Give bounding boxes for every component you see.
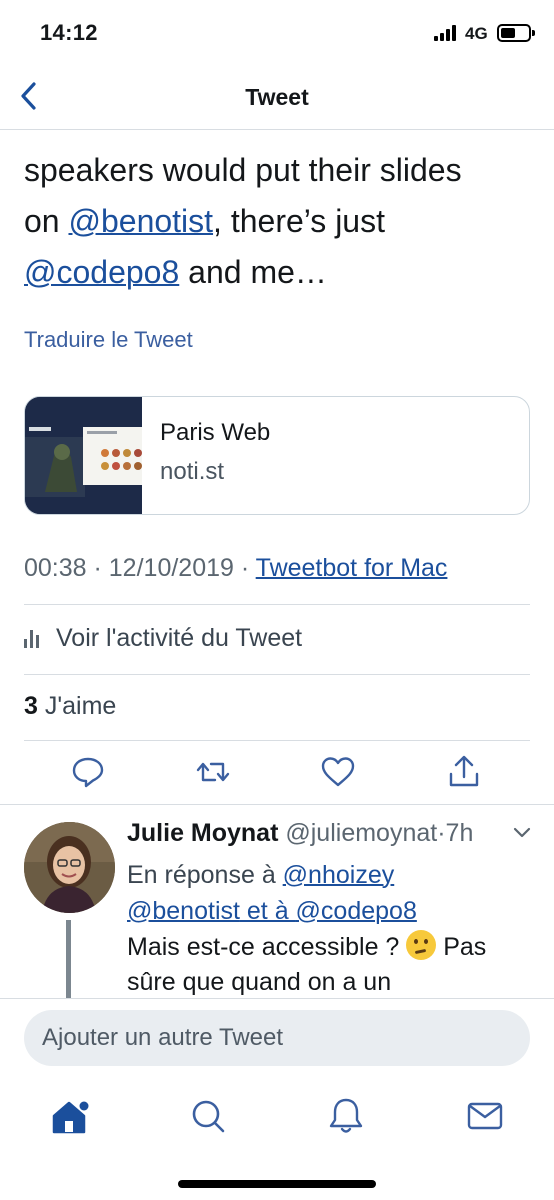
reply-author-name[interactable]: Julie Moynat bbox=[127, 819, 278, 847]
divider bbox=[24, 740, 530, 741]
mail-icon bbox=[467, 1102, 503, 1130]
tab-messages[interactable] bbox=[463, 1094, 507, 1138]
more-options-button[interactable] bbox=[512, 826, 532, 840]
divider bbox=[0, 804, 554, 805]
network-type: 4G bbox=[465, 24, 488, 43]
tab-search[interactable] bbox=[186, 1094, 230, 1138]
mention-link[interactable]: @benotist bbox=[68, 203, 213, 239]
home-icon bbox=[52, 1101, 89, 1134]
signal-icon bbox=[434, 25, 458, 41]
translate-tweet-link[interactable]: Traduire le Tweet bbox=[24, 327, 193, 353]
reply-icon bbox=[72, 757, 104, 788]
search-icon bbox=[192, 1100, 225, 1133]
reply-text: Mais est-ce accessible ? Pas sûre que qu… bbox=[127, 930, 527, 998]
mention-link[interactable]: @benotist bbox=[127, 897, 240, 925]
tweet-timestamp: 00:38 · 12/10/2019 · Tweetbot for Mac bbox=[24, 554, 448, 582]
tweet-line: on @benotist, there’s just bbox=[24, 203, 385, 239]
status-bar: 14:12 4G bbox=[0, 0, 554, 66]
retweet-icon bbox=[196, 762, 230, 782]
tweet-text: speakers would put their slides on @beno… bbox=[24, 145, 534, 298]
page-title: Tweet bbox=[245, 84, 309, 110]
share-button[interactable] bbox=[444, 752, 484, 792]
tweet-activity-link[interactable]: Voir l'activité du Tweet bbox=[24, 624, 302, 653]
mention-link[interactable]: @codepo8 bbox=[296, 897, 417, 925]
tab-notifications[interactable] bbox=[324, 1094, 368, 1138]
mention-link[interactable]: @codepo8 bbox=[24, 254, 179, 290]
mention-link[interactable]: @nhoizey bbox=[283, 861, 395, 889]
avatar[interactable] bbox=[24, 822, 115, 913]
tweet-actions bbox=[0, 752, 554, 794]
card-domain: noti.st bbox=[160, 458, 225, 485]
chevron-down-icon bbox=[513, 827, 531, 838]
reply-button[interactable] bbox=[68, 752, 108, 792]
link-card[interactable]: Paris Web noti.st bbox=[24, 396, 530, 515]
compose-tweet-input[interactable] bbox=[24, 1010, 530, 1066]
likes-count[interactable]: 3 J'aime bbox=[24, 692, 116, 721]
tweet-line: @codepo8 and me… bbox=[24, 254, 327, 290]
bell-icon bbox=[329, 1098, 363, 1133]
retweet-button[interactable] bbox=[193, 752, 233, 792]
clipped-previous-line bbox=[24, 123, 444, 133]
heart-icon bbox=[321, 757, 355, 787]
in-reply-to: En réponse à @nhoizey @benotist et à @cod… bbox=[127, 861, 417, 925]
tweet-line: speakers would put their slides bbox=[24, 152, 462, 188]
divider bbox=[24, 604, 530, 605]
analytics-icon bbox=[24, 629, 42, 648]
reply-age: 7h bbox=[445, 819, 474, 847]
status-time: 14:12 bbox=[40, 20, 98, 45]
tab-home[interactable] bbox=[48, 1094, 92, 1138]
thread-line bbox=[66, 920, 71, 1000]
source-link[interactable]: Tweetbot for Mac bbox=[256, 554, 448, 582]
like-button[interactable] bbox=[318, 752, 358, 792]
user-photo bbox=[24, 822, 115, 913]
divider bbox=[24, 674, 530, 675]
thinking-face-icon bbox=[406, 930, 437, 960]
reply-header: Julie Moynat @juliemoynat·7h bbox=[127, 819, 474, 847]
share-icon bbox=[449, 755, 479, 787]
battery-icon bbox=[497, 24, 535, 42]
card-thumbnail bbox=[25, 397, 142, 514]
card-title: Paris Web bbox=[160, 419, 271, 446]
reply-author-handle[interactable]: @juliemoynat bbox=[285, 819, 437, 847]
nav-header: Tweet bbox=[0, 66, 554, 130]
home-indicator[interactable] bbox=[178, 1180, 376, 1188]
